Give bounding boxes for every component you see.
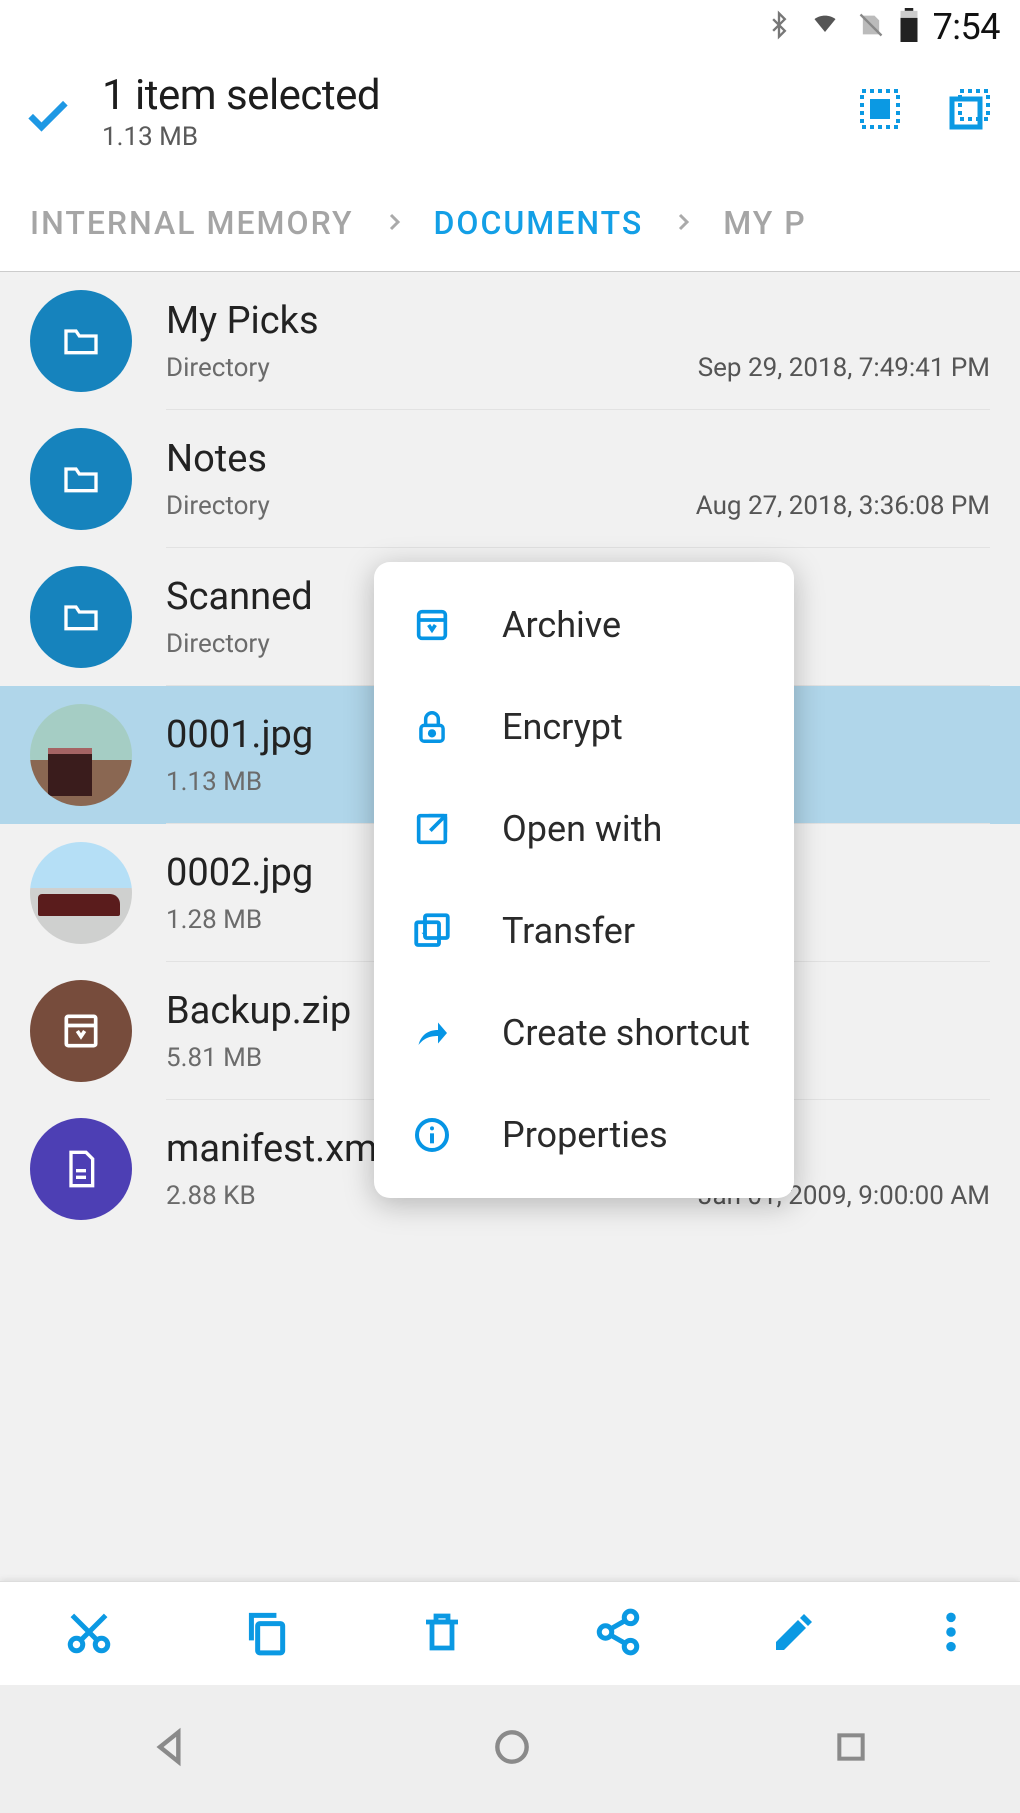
archive-icon (410, 605, 454, 645)
more-button[interactable] (925, 1600, 977, 1668)
document-file-icon (30, 1118, 132, 1220)
android-nav-bar (0, 1685, 1020, 1813)
menu-item-create-shortcut[interactable]: Create shortcut (374, 982, 794, 1084)
breadcrumb-item[interactable]: DOCUMENTS (434, 204, 644, 242)
file-sub: Directory (166, 629, 270, 659)
archive-file-icon (30, 980, 132, 1082)
home-button[interactable] (490, 1725, 534, 1773)
file-sub: 5.81 MB (166, 1043, 262, 1073)
file-sub: 1.28 MB (166, 905, 262, 935)
folder-icon (30, 566, 132, 668)
selection-subtitle: 1.13 MB (102, 122, 856, 152)
breadcrumb-item[interactable]: MY P (723, 204, 806, 242)
breadcrumb-item[interactable]: INTERNAL MEMORY (30, 204, 354, 242)
selection-title: 1 item selected (102, 71, 856, 120)
list-item[interactable]: Notes Directory Aug 27, 2018, 3:36:08 PM (0, 410, 1020, 548)
folder-icon (30, 290, 132, 392)
selection-toolbar (0, 1581, 1020, 1685)
open-external-icon (410, 809, 454, 849)
select-all-icon[interactable] (856, 85, 904, 137)
file-sub: 1.13 MB (166, 767, 262, 797)
breadcrumb: INTERNAL MEMORY DOCUMENTS MY P (0, 174, 1020, 272)
cut-button[interactable] (44, 1597, 134, 1671)
file-name: Notes (166, 437, 990, 481)
shortcut-icon (410, 1015, 454, 1051)
file-sub: Directory (166, 353, 270, 383)
file-date: Sep 29, 2018, 7:49:41 PM (698, 353, 990, 383)
back-button[interactable] (149, 1725, 193, 1773)
lock-icon (410, 706, 454, 748)
transfer-icon (410, 910, 454, 952)
rename-button[interactable] (750, 1598, 838, 1670)
context-menu: Archive Encrypt Open with Transfer Creat… (374, 562, 794, 1198)
selection-app-bar: 1 item selected 1.13 MB (0, 54, 1020, 174)
recents-button[interactable] (831, 1727, 871, 1771)
status-time: 7:54 (933, 6, 1000, 48)
menu-label: Open with (502, 808, 662, 850)
menu-label: Encrypt (502, 706, 623, 748)
menu-item-transfer[interactable]: Transfer (374, 880, 794, 982)
file-date: Aug 27, 2018, 3:36:08 PM (696, 491, 990, 521)
image-thumbnail (30, 842, 132, 944)
list-item[interactable]: My Picks Directory Sep 29, 2018, 7:49:41… (0, 272, 1020, 410)
image-thumbnail (30, 704, 132, 806)
menu-item-properties[interactable]: Properties (374, 1084, 794, 1186)
bluetooth-icon (765, 7, 793, 47)
menu-item-encrypt[interactable]: Encrypt (374, 676, 794, 778)
wifi-icon (807, 11, 843, 43)
menu-label: Archive (502, 604, 621, 646)
copy-button[interactable] (221, 1597, 311, 1671)
select-inverse-icon[interactable] (946, 85, 994, 137)
chevron-right-icon (382, 204, 406, 242)
status-bar: 7:54 (0, 0, 1020, 54)
folder-icon (30, 428, 132, 530)
file-sub: Directory (166, 491, 270, 521)
menu-label: Transfer (502, 910, 635, 952)
menu-label: Properties (502, 1114, 668, 1156)
chevron-right-icon (671, 204, 695, 242)
info-icon (410, 1115, 454, 1155)
menu-label: Create shortcut (502, 1012, 750, 1054)
file-name: My Picks (166, 299, 990, 343)
battery-icon (899, 8, 919, 46)
menu-item-open-with[interactable]: Open with (374, 778, 794, 880)
menu-item-archive[interactable]: Archive (374, 574, 794, 676)
no-sim-icon (857, 8, 885, 46)
file-sub: 2.88 KB (166, 1181, 256, 1211)
share-button[interactable] (573, 1597, 663, 1671)
done-icon[interactable] (22, 88, 74, 144)
delete-button[interactable] (398, 1596, 486, 1672)
